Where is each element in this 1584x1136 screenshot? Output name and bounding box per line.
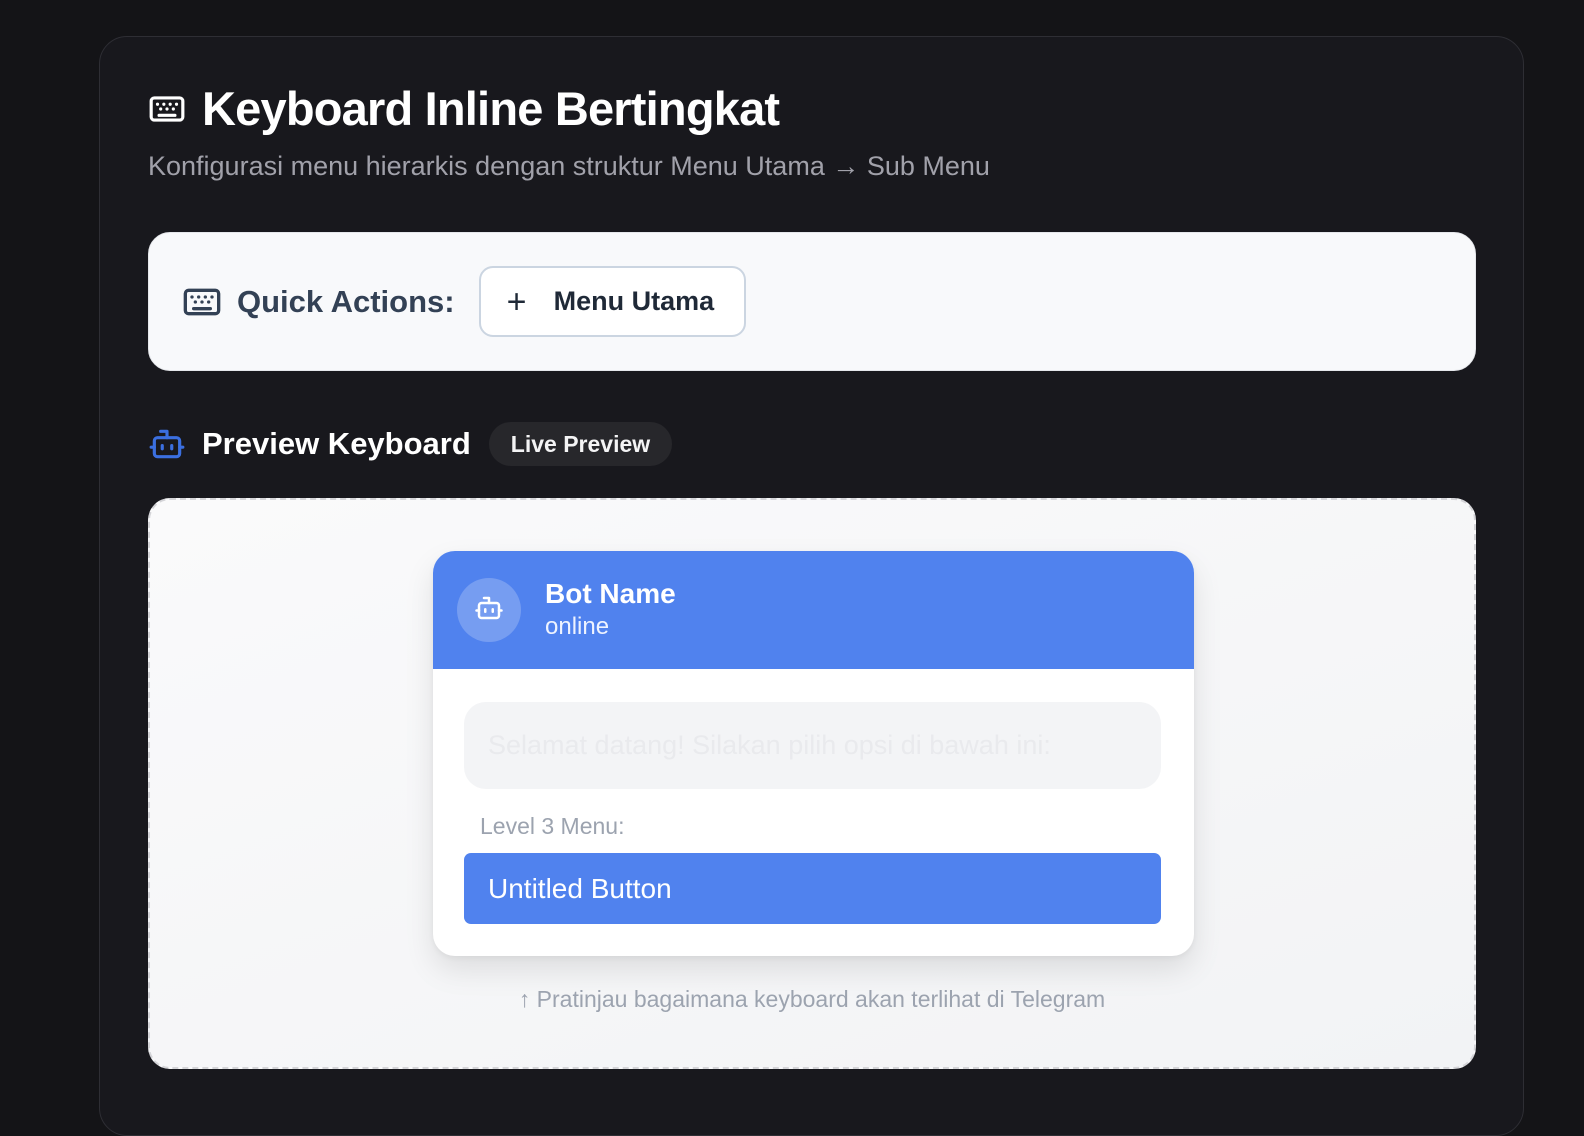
telegram-chat-preview: Bot Name online Selamat datang! Silakan … [433,551,1194,956]
page-header: Keyboard Inline Bertingkat Konfigurasi m… [148,81,990,183]
title-row: Keyboard Inline Bertingkat [148,81,990,137]
preview-header: Preview Keyboard Live Preview [148,421,673,466]
keyboard-icon [148,90,186,128]
live-preview-badge: Live Preview [488,421,673,466]
bot-avatar [457,578,521,642]
quick-actions-card: Quick Actions: + Menu Utama [148,232,1476,371]
bot-status: online [545,613,610,640]
add-main-menu-button[interactable]: + Menu Utama [478,266,746,337]
menu-level-label: Level 3 Menu: [480,813,625,839]
bot-info: Bot Name online [545,577,676,643]
robot-icon [148,425,186,463]
preview-caption: ↑ Pratinjau bagaimana keyboard akan terl… [518,986,1106,1012]
robot-icon [474,593,504,628]
preview-title: Preview Keyboard [202,425,471,461]
add-main-menu-label: Menu Utama [553,286,715,316]
keyboard-icon [182,282,222,322]
plus-icon: + [506,282,527,321]
chat-header: Bot Name online [433,551,1194,669]
chat-message-bubble: Selamat datang! Silakan pilih opsi di ba… [464,702,1161,789]
inline-keyboard-button[interactable]: Untitled Button [464,853,1161,924]
bot-name: Bot Name [545,578,676,609]
preview-area: Bot Name online Selamat datang! Silakan … [148,498,1476,1069]
quick-actions-label: Quick Actions: [237,283,455,319]
page-subtitle: Konfigurasi menu hierarkis dengan strukt… [148,151,990,181]
keyboard-config-panel: Keyboard Inline Bertingkat Konfigurasi m… [99,36,1524,1136]
page-title: Keyboard Inline Bertingkat [202,82,780,135]
